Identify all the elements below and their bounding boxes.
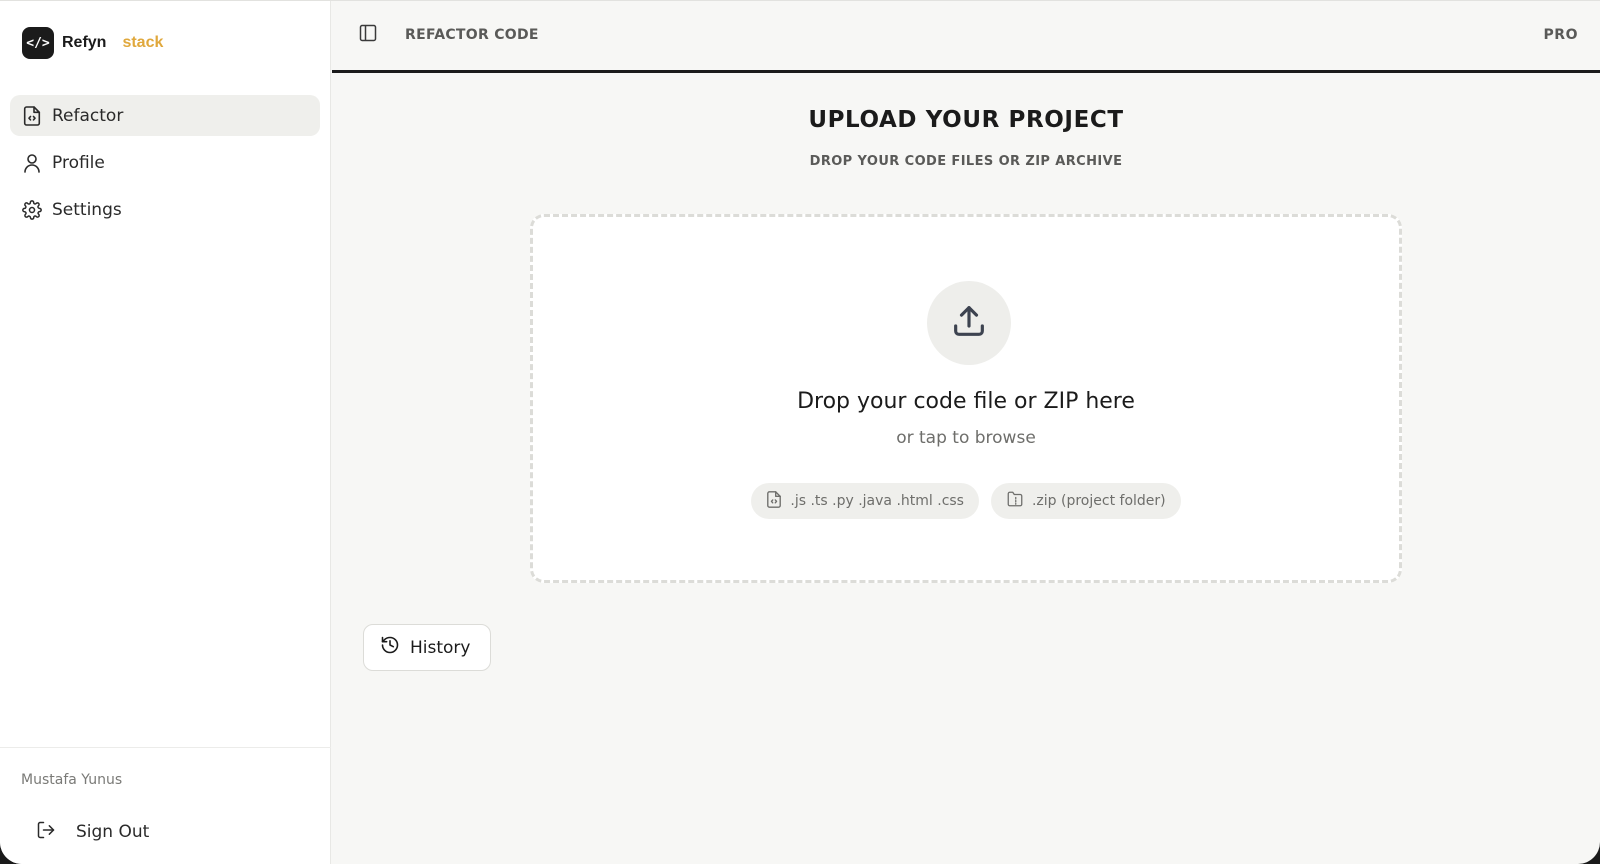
chip-label: .zip (project folder): [1031, 493, 1166, 509]
sidebar-item-refactor[interactable]: Refactor: [10, 95, 320, 136]
app-window: </> Refyn stack Refactor Profile Setting…: [0, 0, 1600, 864]
chip-zip: .zip (project folder): [990, 483, 1181, 519]
top-bar: REFACTOR CODE PRO: [332, 1, 1600, 73]
file-type-chips: .js .ts .py .java .html .css .zip (proje…: [533, 483, 1399, 519]
user-name: Mustafa Yunus: [21, 772, 123, 788]
sidebar-item-settings[interactable]: Settings: [10, 189, 320, 230]
sidebar-item-label: Profile: [52, 152, 105, 173]
page-title: REFACTOR CODE: [405, 27, 539, 43]
chip-code-files: .js .ts .py .java .html .css: [751, 483, 979, 519]
sidebar-item-label: Settings: [52, 199, 122, 220]
history-label: History: [410, 637, 471, 658]
sign-out-button[interactable]: Sign Out: [26, 814, 159, 850]
user-icon: [22, 153, 42, 173]
sidebar-toggle-button[interactable]: [356, 23, 380, 47]
folder-zip-icon: [1006, 491, 1024, 511]
sidebar-item-label: Refactor: [52, 105, 124, 126]
dropzone-title: Drop your code file or ZIP here: [797, 389, 1135, 414]
brand[interactable]: </> Refyn stack: [22, 27, 163, 59]
upload-icon-circle: [927, 281, 1011, 365]
sidebar-item-profile[interactable]: Profile: [10, 142, 320, 183]
file-code-icon: [22, 105, 42, 126]
brand-name: Refyn: [62, 34, 107, 51]
plan-badge: PRO: [1543, 27, 1578, 43]
sign-out-label: Sign Out: [76, 822, 150, 842]
upload-heading: UPLOAD YOUR PROJECT: [808, 107, 1124, 133]
chip-label: .js .ts .py .java .html .css: [790, 493, 964, 509]
history-button[interactable]: History: [363, 624, 491, 671]
upload-icon: [949, 301, 989, 345]
brand-accent: stack: [122, 34, 164, 51]
upload-subheading: DROP YOUR CODE FILES OR ZIP ARCHIVE: [809, 154, 1123, 169]
sidebar-footer: Mustafa Yunus Sign Out: [0, 747, 331, 864]
brand-logo: </>: [22, 27, 54, 59]
sidebar: </> Refyn stack Refactor Profile Setting…: [0, 1, 331, 864]
panel-left-icon: [358, 23, 378, 47]
history-icon: [380, 635, 400, 660]
gear-icon: [22, 199, 42, 220]
dropzone-subtitle: or tap to browse: [896, 428, 1036, 448]
log-out-icon: [36, 820, 56, 845]
file-code-icon: [766, 490, 782, 512]
sidebar-nav: Refactor Profile Settings: [10, 95, 320, 236]
file-dropzone[interactable]: Drop your code file or ZIP here or tap t…: [530, 214, 1402, 583]
